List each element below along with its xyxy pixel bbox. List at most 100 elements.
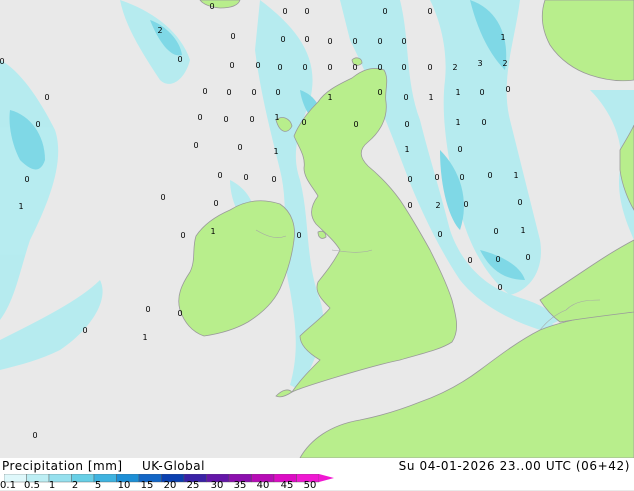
grid-point-value: 0 [35,120,40,129]
grid-point-value: 0 [479,88,484,97]
grid-point-value: 0 [352,37,357,46]
grid-point-value: 0 [304,35,309,44]
scale-label: 0.5 [24,480,40,491]
grid-point-value: 0 [437,230,442,239]
grid-point-value: 0 [382,7,387,16]
grid-point-value: 1 [274,113,279,122]
scale-label: 10 [117,480,131,491]
scale-label: 5 [94,480,102,491]
grid-point-value: 0 [327,37,332,46]
grid-point-value: 0 [487,171,492,180]
grid-point-value: 0 [217,171,222,180]
grid-point-value: 0 [271,175,276,184]
grid-point-value: 1 [273,147,278,156]
valid-datetime: Su 04-01-2026 23..00 UTC (06+42) [398,459,630,473]
grid-point-value: 0 [280,35,285,44]
grid-point-value: 0 [493,227,498,236]
grid-point-value: 0 [327,63,332,72]
grid-point-value: 0 [177,55,182,64]
grid-point-value: 0 [82,326,87,335]
grid-point-value: 0 [377,37,382,46]
grid-point-value: 0 [213,199,218,208]
grid-point-value: 0 [32,431,37,440]
grid-point-value: 0 [353,120,358,129]
grid-point-value: 0 [427,63,432,72]
grid-point-value: 0 [24,175,29,184]
grid-point-value: 0 [505,85,510,94]
scale-label: 45 [280,480,294,491]
grid-point-value: 0 [209,2,214,11]
grid-point-value: 0 [407,175,412,184]
grid-point-value: 0 [197,113,202,122]
grid-point-value: 1 [404,145,409,154]
grid-point-value: 0 [459,173,464,182]
grid-point-value: 1 [18,202,23,211]
grid-point-value: 0 [407,201,412,210]
grid-point-value: 0 [226,88,231,97]
grid-point-value: 0 [44,93,49,102]
grid-point-value: 0 [251,88,256,97]
grid-point-value: 2 [157,26,162,35]
grid-point-value: 2 [452,63,457,72]
scale-label: 0.1 [0,480,16,491]
grid-point-value: 0 [457,145,462,154]
grid-point-value: 0 [160,193,165,202]
precipitation-map: 0 0 0 0 2 0 0 0 0 0 0 0 0 0 0 0 0 0 0 0 0 0 0 2 3 2 1 0 0 0 0 0 0 1 0 0 1 1 0 0… [0,0,634,458]
scale-label: 25 [186,480,200,491]
grid-point-value: 0 [463,200,468,209]
grid-point-value: 0 [427,7,432,16]
scale-label: 1 [48,480,56,491]
scale-label: 30 [210,480,224,491]
scale-label: 40 [256,480,270,491]
grid-point-value: 1 [500,33,505,42]
grid-point-value: 0 [237,143,242,152]
scale-label: 50 [303,480,317,491]
grid-point-value: 0 [243,173,248,182]
grid-point-value: 0 [467,256,472,265]
scale-overflow-arrow [319,474,334,482]
grid-point-value: 0 [517,198,522,207]
grid-point-value: 0 [434,173,439,182]
grid-point-value: 1 [513,171,518,180]
grid-point-value: 0 [230,32,235,41]
grid-point-value: 0 [193,141,198,150]
grid-point-value: 2 [435,201,440,210]
grid-point-value: 0 [0,57,5,66]
grid-point-value: 0 [180,231,185,240]
scale-label: 20 [163,480,177,491]
map-title: Precipitation [mm] [2,459,123,473]
grid-point-value: 0 [401,37,406,46]
grid-point-value: 0 [282,7,287,16]
grid-point-value: 0 [302,63,307,72]
grid-point-value: 0 [352,63,357,72]
scale-label: 2 [71,480,79,491]
grid-point-value: 3 [477,59,482,68]
scale-label: 35 [233,480,247,491]
grid-point-value: 0 [525,253,530,262]
grid-point-value: 0 [255,61,260,70]
grid-point-value: 1 [142,333,147,342]
grid-point-value: 0 [403,93,408,102]
grid-point-value: 1 [520,226,525,235]
grid-point-value: 0 [249,115,254,124]
grid-point-value: 0 [296,231,301,240]
grid-point-value: 0 [202,87,207,96]
grid-point-value: 1 [455,88,460,97]
grid-point-value: 0 [495,255,500,264]
grid-point-value: 1 [428,93,433,102]
grid-point-value: 0 [275,88,280,97]
scale-label: 15 [140,480,154,491]
grid-point-value: 1 [455,118,460,127]
grid-point-value: 0 [304,7,309,16]
grid-point-value: 1 [327,93,332,102]
grid-point-value: 0 [301,118,306,127]
grid-point-value: 0 [401,63,406,72]
footer-bar: Precipitation [mm] UK-Global Su 04-01-20… [0,458,634,491]
grid-point-value: 1 [210,227,215,236]
grid-point-value: 2 [502,59,507,68]
grid-point-value: 0 [177,309,182,318]
grid-point-value: 0 [404,120,409,129]
grid-point-value: 0 [481,118,486,127]
grid-point-value: 0 [377,88,382,97]
grid-point-value: 0 [277,63,282,72]
